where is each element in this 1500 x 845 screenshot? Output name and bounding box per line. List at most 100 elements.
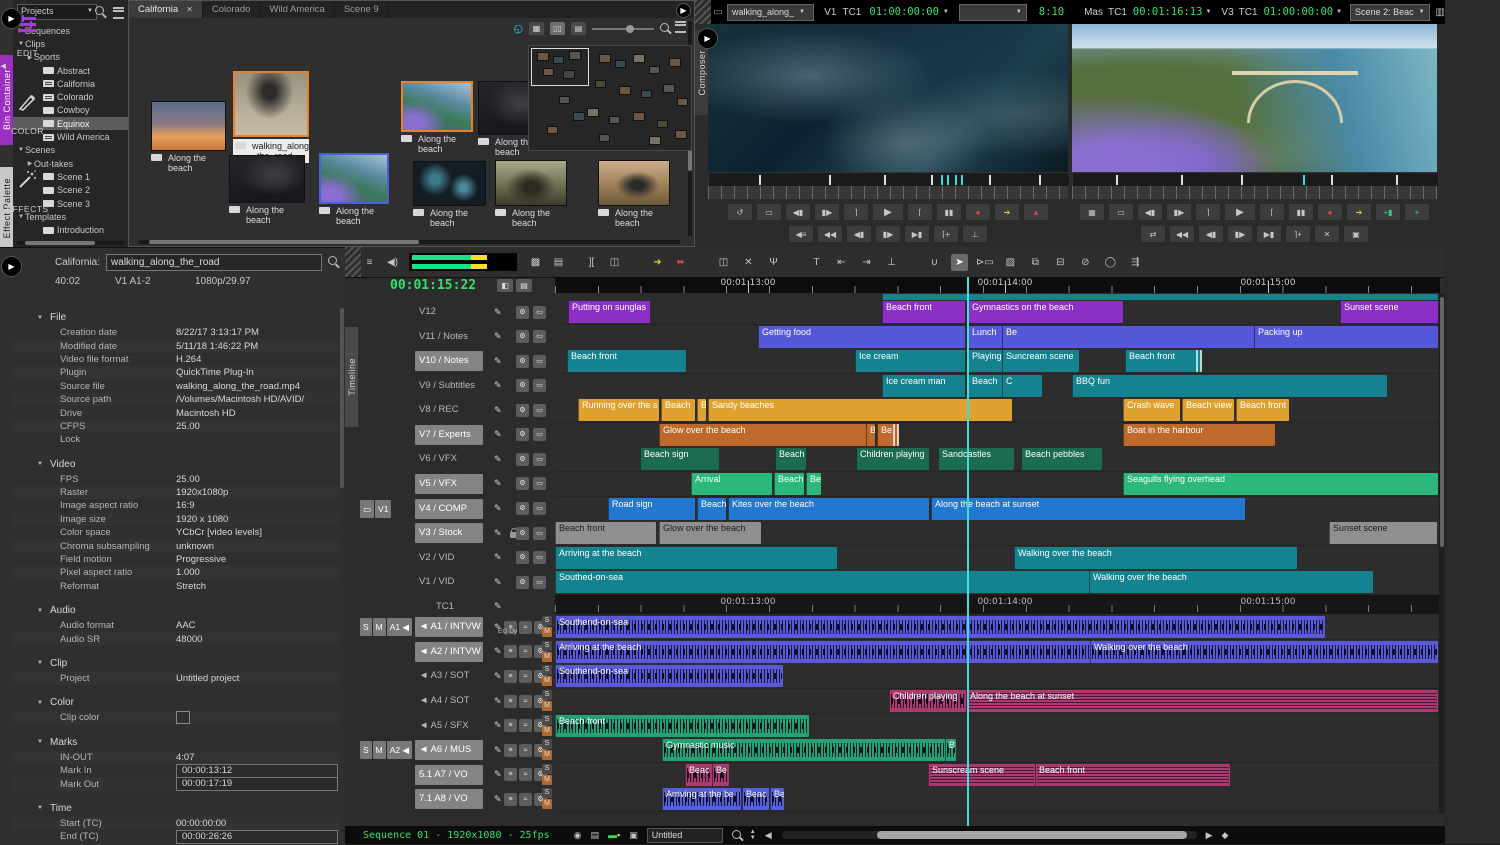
patch-button[interactable]: M: [373, 618, 386, 636]
video-clip[interactable]: Beach view: [1182, 399, 1234, 421]
monitor-settings-icon[interactable]: ▥: [1436, 7, 1445, 18]
video-clip[interactable]: Boat in the harbour: [1123, 424, 1275, 446]
transport-rewind-button[interactable]: ◀◀: [1169, 225, 1195, 243]
transport-mark-out-button[interactable]: ⌉: [1195, 203, 1221, 221]
video-clip[interactable]: Beach front: [1125, 350, 1202, 372]
inspector-search-icon[interactable]: [328, 256, 337, 268]
video-clip[interactable]: Be: [1002, 326, 1254, 348]
transport-snap-button[interactable]: ⊥: [962, 225, 988, 243]
track-lane[interactable]: Beach front: [555, 714, 1440, 739]
tree-down-arrow-icon[interactable]: ▼: [17, 147, 25, 153]
transport-lift-button[interactable]: ▲: [1023, 203, 1049, 221]
audio-clip[interactable]: Along the beach at sunset: [966, 690, 1438, 712]
bin-tab-wild-america[interactable]: Wild America: [260, 1, 334, 18]
track-lane[interactable]: Beach signBeachChildren playingSandcastl…: [555, 447, 1440, 472]
composer-drag-handle[interactable]: [695, 0, 711, 24]
transport-go-to-in-button[interactable]: ◀▮: [785, 203, 811, 221]
video-clip[interactable]: Glow over the beach: [659, 522, 761, 544]
property-value[interactable]: 00:00:17:19: [176, 777, 338, 791]
minimap-selection[interactable]: [531, 48, 589, 86]
section-collapse-icon[interactable]: ▼: [36, 700, 44, 706]
mute-button[interactable]: M: [542, 676, 552, 686]
track-gear-icon[interactable]: ⚙: [516, 306, 529, 319]
video-clip[interactable]: Beach pebbles: [1021, 448, 1102, 470]
transport-loop-button[interactable]: ↺: [727, 203, 753, 221]
track-monitor-icon[interactable]: ▭: [533, 355, 546, 368]
transport-go-to-in-button[interactable]: ◀▮: [1137, 203, 1163, 221]
transport-play-to-out-button[interactable]: ▶▮: [1256, 225, 1282, 243]
mute-button[interactable]: M: [542, 775, 552, 785]
tc1-ruler[interactable]: 00:01:13:0000:01:14:0000:01:15:00: [555, 595, 1440, 614]
video-clip[interactable]: Playing: [968, 350, 1002, 372]
section-header-clip[interactable]: ▼Clip: [13, 655, 339, 672]
video-clip[interactable]: Beach: [968, 375, 1002, 397]
track-name-button[interactable]: ◄ A6 / MUS: [415, 740, 483, 760]
video-clip[interactable]: Beach: [774, 473, 804, 495]
mute-button[interactable]: M: [542, 627, 552, 637]
timeline-tab[interactable]: Timeline: [345, 327, 358, 427]
track-name-button[interactable]: ◄ A4 / SOT: [415, 691, 483, 711]
section-header-file[interactable]: ▼File: [13, 309, 339, 326]
timeline-zoom-icon[interactable]: ◆: [1222, 830, 1229, 841]
transport-mark-clip-button[interactable]: ▭: [1108, 203, 1134, 221]
track-name-button[interactable]: 5.1 A7 / VO: [415, 765, 483, 785]
record-scrub-bar[interactable]: [1072, 186, 1437, 199]
video-clip[interactable]: Gymnastics on the beach: [968, 301, 1123, 323]
source-clip-menu[interactable]: walking_along_▼: [727, 4, 814, 21]
bin-minimap[interactable]: [528, 45, 692, 151]
bin-clip[interactable]: Along the beach: [598, 160, 670, 228]
track-gear-icon[interactable]: ⚙: [516, 527, 529, 540]
track-monitor-icon[interactable]: ▭: [533, 453, 546, 466]
track-monitor-icon[interactable]: ▭: [533, 379, 546, 392]
track-pencil-icon[interactable]: ✎: [494, 405, 502, 416]
track-pencil-icon[interactable]: ✎: [494, 454, 502, 465]
track-name-button[interactable]: V7 / Experts: [415, 425, 483, 445]
property-value[interactable]: 00:00:26:26: [176, 830, 338, 844]
transport-sync-point-button[interactable]: +: [1404, 203, 1430, 221]
patch-button[interactable]: V1: [375, 500, 391, 518]
tree-item-scenes[interactable]: ▼Scenes: [13, 144, 128, 157]
audio-clip[interactable]: Be: [712, 764, 729, 786]
transport-grid-button[interactable]: ▦: [1079, 203, 1105, 221]
project-search-icon[interactable]: [95, 6, 104, 18]
track-lane[interactable]: BeacBeSunscream sceneBeach front: [555, 763, 1440, 788]
track-monitor-icon[interactable]: ▭: [533, 551, 546, 564]
audio-meter-icon[interactable]: ▬▪: [608, 830, 620, 840]
track-gear-icon[interactable]: ⚙: [516, 428, 529, 441]
video-clip[interactable]: Sunset scene: [1340, 301, 1438, 323]
video-clip[interactable]: Beach front: [567, 350, 686, 372]
transport-record-button[interactable]: ●: [965, 203, 991, 221]
section-header-audio[interactable]: ▼Audio: [13, 602, 339, 619]
audio-clip[interactable]: Gymnastic music: [662, 739, 945, 761]
track-patch[interactable]: SMA1 ◀: [360, 618, 412, 636]
video-clip[interactable]: Putting on sunglas: [568, 301, 650, 323]
video-clip[interactable]: Road sign: [608, 498, 695, 520]
track-name-button[interactable]: 7.1 A8 / VO: [415, 789, 483, 809]
video-clip[interactable]: Be: [806, 473, 821, 495]
track-monitor-icon[interactable]: ▭: [533, 306, 546, 319]
playhead[interactable]: [967, 277, 969, 826]
track-lane[interactable]: Getting foodLunchBePacking up: [555, 325, 1440, 350]
record-tc-caret[interactable]: ▼: [1336, 9, 1342, 15]
video-clip[interactable]: Ice cream man: [882, 375, 965, 397]
section-collapse-icon[interactable]: ▼: [36, 608, 44, 614]
video-clip[interactable]: Beach: [661, 399, 695, 421]
video-clip[interactable]: Glow over the beach: [659, 424, 866, 446]
track-monitor-icon[interactable]: ▭: [533, 502, 546, 515]
video-clip[interactable]: Kites over the beach: [728, 498, 929, 520]
transport-rewind-button[interactable]: ◀◀: [817, 225, 843, 243]
video-track-icon[interactable]: ▤: [591, 830, 600, 841]
track-waveform-icon[interactable]: ≡: [504, 744, 517, 757]
transport-step-back-button[interactable]: ◀▮: [846, 225, 872, 243]
solo-button[interactable]: S: [542, 616, 552, 626]
patch-button[interactable]: ▭: [360, 500, 374, 518]
track-automation-icon[interactable]: ≈: [519, 719, 532, 732]
transport-step-forward-button[interactable]: ▮▶: [875, 225, 901, 243]
track-waveform-icon[interactable]: ≡: [504, 695, 517, 708]
video-clip[interactable]: Walking over the beach: [1014, 547, 1297, 569]
patch-button[interactable]: A1 ◀: [387, 618, 412, 636]
track-name-button[interactable]: V9 / Subtitles: [415, 376, 483, 396]
track-lane[interactable]: Arriving at the beBeacBe: [555, 787, 1440, 812]
track-lane[interactable]: Beach frontIce creamPlayingSuncream scen…: [555, 349, 1440, 374]
video-clip[interactable]: Beach sign: [640, 448, 719, 470]
